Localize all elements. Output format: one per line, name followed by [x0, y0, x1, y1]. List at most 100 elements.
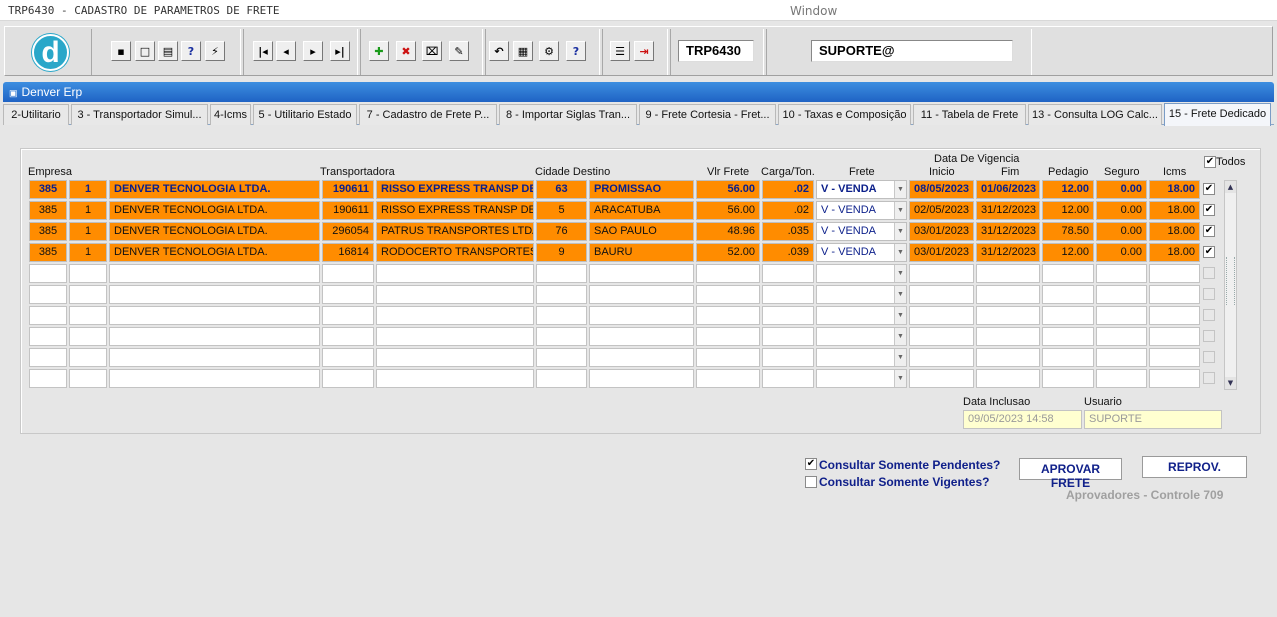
- cell-razao[interactable]: [109, 327, 320, 346]
- cell-icms[interactable]: [1149, 264, 1200, 283]
- cell-cidade-nome[interactable]: [589, 369, 694, 388]
- cell-inicio[interactable]: 02/05/2023: [909, 201, 974, 220]
- cell-seguro[interactable]: [1096, 264, 1147, 283]
- last-record-icon[interactable]: ▸|: [330, 41, 350, 61]
- cell-cidade-cod[interactable]: [536, 369, 587, 388]
- cell-transp-cod[interactable]: 296054: [322, 222, 374, 241]
- cell-empresa[interactable]: 385: [29, 222, 67, 241]
- query-icon[interactable]: ?: [181, 41, 201, 61]
- cell-inicio[interactable]: [909, 264, 974, 283]
- cell-seguro[interactable]: 0.00: [1096, 201, 1147, 220]
- cell-transp-nome[interactable]: [376, 369, 534, 388]
- cell-transp-nome[interactable]: [376, 348, 534, 367]
- cell-pedagio[interactable]: 78.50: [1042, 222, 1094, 241]
- cell-seguro[interactable]: 0.00: [1096, 222, 1147, 241]
- dropdown-arrow-icon[interactable]: ▼: [894, 370, 906, 387]
- cell-transp-nome[interactable]: [376, 264, 534, 283]
- cell-carga[interactable]: .035: [762, 222, 814, 241]
- cell-carga[interactable]: .02: [762, 201, 814, 220]
- cell-carga[interactable]: [762, 369, 814, 388]
- cell-razao[interactable]: [109, 306, 320, 325]
- row-checkbox[interactable]: ✔: [1203, 225, 1215, 237]
- dropdown-arrow-icon[interactable]: ▼: [894, 181, 906, 198]
- cell-razao[interactable]: [109, 369, 320, 388]
- cell-empresa[interactable]: [29, 264, 67, 283]
- cell-cidade-nome[interactable]: [589, 285, 694, 304]
- cell-icms[interactable]: [1149, 327, 1200, 346]
- dropdown-arrow-icon[interactable]: ▼: [894, 307, 906, 324]
- cell-transp-cod[interactable]: 16814: [322, 243, 374, 262]
- cell-inicio[interactable]: 03/01/2023: [909, 243, 974, 262]
- cell-cidade-cod[interactable]: 9: [536, 243, 587, 262]
- cell-empresa[interactable]: [29, 348, 67, 367]
- cell-empresa[interactable]: 385: [29, 180, 67, 199]
- tab-9[interactable]: 11 - Tabela de Frete: [913, 104, 1026, 125]
- row-checkbox[interactable]: [1203, 288, 1215, 300]
- help-icon[interactable]: ?: [566, 41, 586, 61]
- first-record-icon[interactable]: |◂: [253, 41, 273, 61]
- row-checkbox[interactable]: [1203, 330, 1215, 342]
- cell-fim[interactable]: 01/06/2023: [976, 180, 1040, 199]
- cell-empresa[interactable]: [29, 306, 67, 325]
- tab-11[interactable]: 15 - Frete Dedicado: [1164, 103, 1271, 126]
- cell-icms[interactable]: 18.00: [1149, 222, 1200, 241]
- cell-vlr-frete[interactable]: [696, 348, 760, 367]
- scroll-down-icon[interactable]: ▼: [1225, 377, 1236, 389]
- cell-filial[interactable]: 1: [69, 180, 107, 199]
- pendentes-label[interactable]: Consultar Somente Pendentes?: [819, 458, 1000, 472]
- cell-frete[interactable]: ▼: [816, 327, 907, 346]
- cell-vlr-frete[interactable]: [696, 264, 760, 283]
- cell-carga[interactable]: [762, 285, 814, 304]
- cell-transp-cod[interactable]: [322, 306, 374, 325]
- cell-vlr-frete[interactable]: 48.96: [696, 222, 760, 241]
- cell-transp-nome[interactable]: RISSO EXPRESS TRANSP DE CA: [376, 201, 534, 220]
- reprov-button[interactable]: REPROV.: [1142, 456, 1247, 478]
- row-checkbox[interactable]: [1203, 267, 1215, 279]
- row-checkbox[interactable]: [1203, 309, 1215, 321]
- tab-10[interactable]: 13 - Consulta LOG Calc...: [1028, 104, 1162, 125]
- cell-cidade-cod[interactable]: [536, 264, 587, 283]
- cell-razao[interactable]: [109, 348, 320, 367]
- cell-fim[interactable]: 31/12/2023: [976, 222, 1040, 241]
- cell-inicio[interactable]: 08/05/2023: [909, 180, 974, 199]
- cell-icms[interactable]: [1149, 306, 1200, 325]
- menu-icon[interactable]: ☰: [610, 41, 630, 61]
- undo-icon[interactable]: ↶: [489, 41, 509, 61]
- cell-vlr-frete[interactable]: 56.00: [696, 201, 760, 220]
- cell-transp-nome[interactable]: [376, 327, 534, 346]
- row-checkbox[interactable]: ✔: [1203, 204, 1215, 216]
- cell-cidade-cod[interactable]: [536, 348, 587, 367]
- cell-pedagio[interactable]: [1042, 285, 1094, 304]
- scroll-up-icon[interactable]: ▲: [1225, 181, 1236, 193]
- cell-filial[interactable]: 1: [69, 243, 107, 262]
- cell-fim[interactable]: [976, 369, 1040, 388]
- cell-cidade-nome[interactable]: PROMISSAO: [589, 180, 694, 199]
- cell-icms[interactable]: 18.00: [1149, 201, 1200, 220]
- cell-carga[interactable]: .02: [762, 180, 814, 199]
- cell-vlr-frete[interactable]: 52.00: [696, 243, 760, 262]
- cell-fim[interactable]: [976, 306, 1040, 325]
- tab-5[interactable]: 7 - Cadastro de Frete P...: [359, 104, 497, 125]
- cell-seguro[interactable]: [1096, 285, 1147, 304]
- cell-transp-nome[interactable]: RODOCERTO TRANSPORTES LT: [376, 243, 534, 262]
- cell-cidade-nome[interactable]: BAURU: [589, 243, 694, 262]
- cell-transp-cod[interactable]: [322, 348, 374, 367]
- next-record-icon[interactable]: ▸: [303, 41, 323, 61]
- cell-filial[interactable]: [69, 264, 107, 283]
- row-checkbox[interactable]: [1203, 372, 1215, 384]
- vigentes-label[interactable]: Consultar Somente Vigentes?: [819, 475, 989, 489]
- cell-razao[interactable]: [109, 264, 320, 283]
- cell-cidade-cod[interactable]: 5: [536, 201, 587, 220]
- tab-4[interactable]: 5 - Utilitario Estado: [253, 104, 357, 125]
- cell-pedagio[interactable]: 12.00: [1042, 201, 1094, 220]
- previous-record-icon[interactable]: ◂: [276, 41, 296, 61]
- cell-vlr-frete[interactable]: [696, 369, 760, 388]
- cell-inicio[interactable]: [909, 327, 974, 346]
- dropdown-arrow-icon[interactable]: ▼: [894, 328, 906, 345]
- cell-seguro[interactable]: [1096, 369, 1147, 388]
- cell-carga[interactable]: [762, 327, 814, 346]
- cell-vlr-frete[interactable]: [696, 327, 760, 346]
- cell-razao[interactable]: DENVER TECNOLOGIA LTDA.: [109, 180, 320, 199]
- cell-cidade-nome[interactable]: [589, 306, 694, 325]
- cell-filial[interactable]: [69, 327, 107, 346]
